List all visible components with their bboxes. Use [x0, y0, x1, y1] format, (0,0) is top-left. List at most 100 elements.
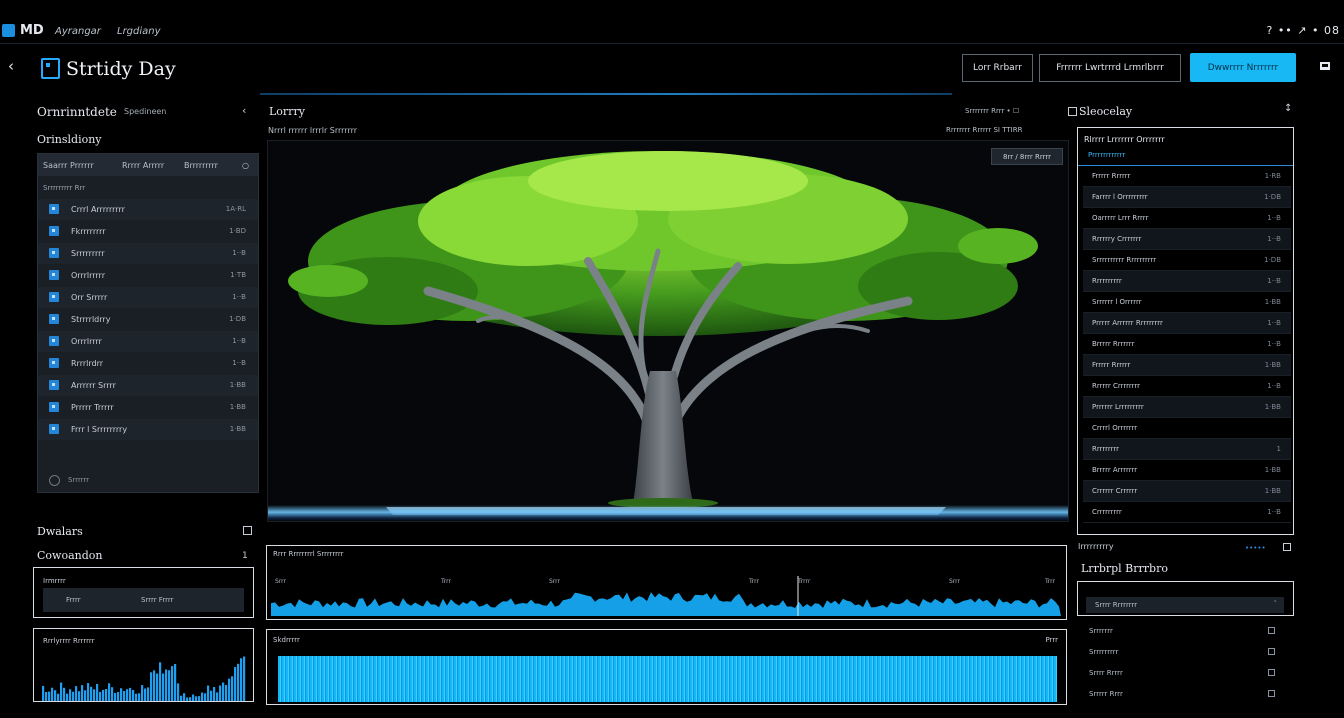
mini-bar — [165, 669, 168, 701]
table-row[interactable]: Frrrrr Rrrrrr 1·BB — [1083, 355, 1291, 376]
table-row[interactable]: Brrrrr Rrrrrrr 1··B — [1083, 334, 1291, 355]
mini-bar — [72, 691, 75, 701]
signal-right-label: Prrr — [1045, 636, 1059, 644]
table-row[interactable]: Crrrrl Orrrrrrr — [1083, 418, 1291, 439]
library-item[interactable]: Srrrrrrrrr — [1080, 642, 1291, 663]
item-box-icon[interactable] — [1268, 648, 1275, 655]
table-row[interactable]: Crrrrrrrrr 1··B — [1083, 502, 1291, 523]
mini-bar — [87, 683, 90, 701]
list-item[interactable]: Frrr l Srrrrrrrry 1·BB — [38, 419, 258, 440]
table-row[interactable]: Crrrrrr Crrrrrr 1·BB — [1083, 481, 1291, 502]
item-box-icon[interactable] — [1268, 627, 1275, 634]
list-item[interactable]: Arrrrrr Srrrr 1·BB — [38, 375, 258, 396]
item-icon — [49, 380, 59, 390]
3d-tree-viewport[interactable]: 8rr / 8rrr Rrrrr — [267, 140, 1069, 522]
add-circle-icon[interactable] — [49, 475, 60, 486]
table-row[interactable]: Srrrrrr l Orrrrrr 1·BB — [1083, 292, 1291, 313]
item-box-icon[interactable] — [1268, 690, 1275, 697]
left-panel-subtitle: Spedineen — [124, 107, 167, 116]
mini-bar — [162, 673, 165, 701]
header-button-1[interactable]: Lorr Rrbarr — [962, 54, 1033, 82]
list-items: Crrrl Arrrrrrrrr 1A·RL Fkrrrrrrrr 1·BD Srr… — [38, 199, 258, 469]
table-row[interactable]: Srrrrrrrrrr Rrrrrrrrrr 1·DB — [1083, 250, 1291, 271]
inventory-title: Irrrrrrrrry — [1078, 542, 1114, 551]
menu-item-1[interactable]: Ayrangar — [55, 26, 101, 37]
menu-item-2[interactable]: Lrgdiany — [117, 26, 161, 37]
mini-bar — [243, 656, 246, 701]
list-tab-1[interactable]: Saarrr Prrrrrr — [43, 161, 94, 170]
item-value: 1··B — [232, 293, 246, 301]
library-card: Srrrr Rrrrrrrr ˅ — [1077, 581, 1294, 616]
mini-bar — [204, 693, 207, 701]
table-row[interactable]: Farrrr l Orrrrrrrrr 1·DB — [1083, 187, 1291, 208]
table-header-sub[interactable]: Prrrrrrrrrrrr — [1088, 151, 1125, 159]
library-select[interactable]: Srrrr Rrrrrrrr — [1086, 597, 1284, 613]
header-progress-line — [260, 93, 952, 95]
chevron-down-icon[interactable]: ˅ — [1274, 600, 1278, 608]
mini-bar — [84, 690, 87, 701]
inventory-checkbox[interactable] — [1283, 543, 1291, 551]
item-value: 1·BB — [229, 403, 246, 411]
list-tab-2[interactable]: Rrrrr Arrrrr — [122, 161, 164, 170]
table-row[interactable]: Rrrrrrrrr 1 — [1083, 439, 1291, 460]
item-label: Rrrrlrdrr — [71, 359, 104, 368]
collapse-icon[interactable]: ‹ — [242, 104, 246, 117]
library-item[interactable]: Srrrrr Rrrr — [1080, 684, 1291, 705]
inventory-link[interactable]: ••••• — [1245, 544, 1266, 552]
properties-table: Rlrrrr Lrrrrrrr Orrrrrrr Prrrrrrrrrrrr F… — [1077, 127, 1294, 535]
composition-field-b: Srrrr Frrrr — [141, 596, 174, 604]
list-item[interactable]: Orrrlrrrr 1··B — [38, 331, 258, 352]
viewer-toolbar[interactable]: Srrrrrrr Rrrr • ☐ — [965, 107, 1019, 115]
list-group-label: Srrrrrrrrr Rrr — [43, 184, 86, 192]
item-box-icon[interactable] — [1268, 669, 1275, 676]
list-item[interactable]: Crrrl Arrrrrrrrr 1A·RL — [38, 199, 258, 220]
back-arrow-icon[interactable]: ‹ — [8, 58, 24, 74]
app-logo-icon — [2, 24, 15, 37]
list-tab-3[interactable]: Brrrrrrrrr — [184, 161, 218, 170]
list-item[interactable]: Strrrrldrry 1·DB — [38, 309, 258, 330]
library-item[interactable]: Srrrr Rrrrr — [1080, 663, 1291, 684]
mini-bar — [153, 670, 156, 701]
table-row[interactable]: Rrrrrrrrrr 1··B — [1083, 271, 1291, 292]
mini-bar — [66, 693, 69, 701]
library-item[interactable]: Srrrrrrr — [1080, 621, 1291, 642]
viewport-badge[interactable]: 8rr / 8rrr Rrrrr — [991, 148, 1063, 165]
list-item[interactable]: Orrrlrrrrr 1·TB — [38, 265, 258, 286]
mini-bar — [201, 692, 204, 701]
list-footer-label[interactable]: Srrrrrr — [68, 476, 89, 484]
list-item[interactable]: Orr Srrrrr 1··B — [38, 287, 258, 308]
mini-bar — [195, 696, 198, 701]
table-row[interactable]: Rrrrrry Crrrrrrr 1··B — [1083, 229, 1291, 250]
list-item[interactable]: Prrrrr Trrrrr 1·BB — [38, 397, 258, 418]
item-label: Crrrl Arrrrrrrrr — [71, 205, 125, 214]
table-row[interactable]: Oarrrrr Lrrr Rrrrr 1··B — [1083, 208, 1291, 229]
composition-field[interactable]: Frrrr Srrrr Frrrr — [43, 588, 244, 612]
list-item[interactable]: Rrrrlrdrr 1··B — [38, 353, 258, 374]
mini-bar — [75, 686, 78, 701]
list-item[interactable]: Srrrrrrrrr 1··B — [38, 243, 258, 264]
mini-bar — [111, 687, 114, 701]
mini-bar — [69, 689, 72, 701]
table-row[interactable]: Brrrrr Arrrrrrr 1·BB — [1083, 460, 1291, 481]
table-row[interactable]: Frrrrr Rrrrrr 1·RB — [1083, 166, 1291, 187]
mini-bar — [117, 692, 120, 701]
right-panel-checkbox[interactable] — [1068, 107, 1077, 116]
devices-checkbox[interactable] — [243, 526, 252, 535]
table-row[interactable]: Rrrrrr Crrrrrrrr 1··B — [1083, 376, 1291, 397]
header-button-2[interactable]: Frrrrrr Lwrtrrrd Lrmrlbrrr — [1039, 54, 1181, 82]
primary-action-button[interactable]: Dwwrrrr Nrrrrrrr — [1190, 53, 1296, 82]
list-search-icon[interactable]: ○ — [242, 161, 249, 170]
sort-icon[interactable]: ↕ — [1284, 103, 1292, 114]
item-icon — [49, 336, 59, 346]
viewer-meta: Rrrrrrrr Rrrrrr SI TTIRR — [946, 126, 1023, 134]
table-row[interactable]: Prrrrrr Lrrrrrrrrr 1·BB — [1083, 397, 1291, 418]
mini-bar — [237, 663, 240, 701]
list-item[interactable]: Fkrrrrrrrr 1·BD — [38, 221, 258, 242]
mini-bar — [171, 666, 174, 701]
page-header: ‹ Strtidy Day Lorr Rrbarr Frrrrrr Lwrtrr… — [0, 45, 1344, 95]
table-row[interactable]: Prrrrr Arrrrrr Rrrrrrrrr 1··B — [1083, 313, 1291, 334]
species-list: Saarrr Prrrrrr Rrrrr Arrrrr Brrrrrrrrr ○… — [37, 153, 259, 493]
top-bar: MD Ayrangar Lrgdiany ? •• ↗ • 08 — [0, 0, 1344, 44]
mini-bar — [126, 689, 129, 701]
window-icon[interactable] — [1320, 62, 1330, 70]
